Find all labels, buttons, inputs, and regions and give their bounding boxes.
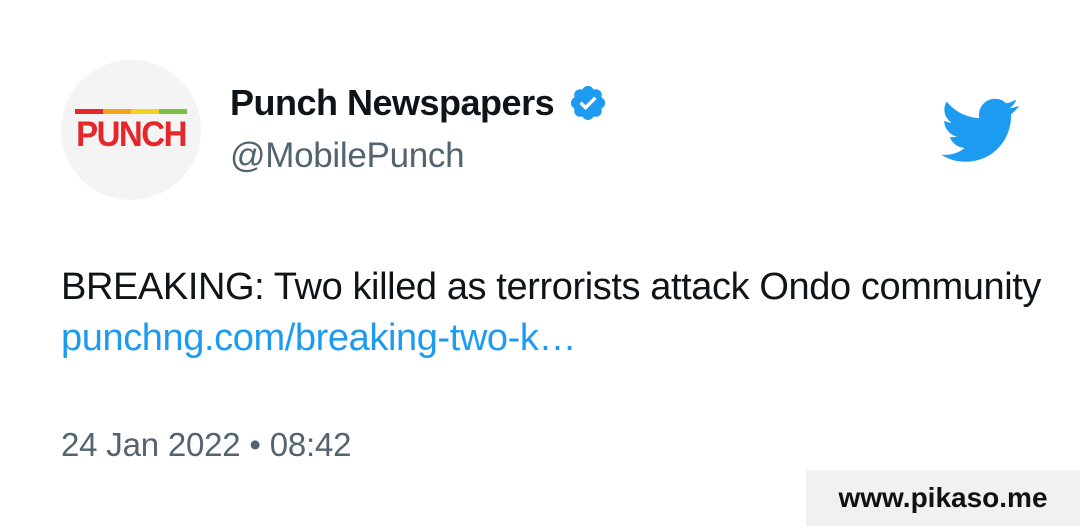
- tweet-card: PUNCH Punch Newspapers @MobilePunch BREA…: [0, 0, 1080, 526]
- verified-badge-icon: [568, 83, 608, 123]
- twitter-bird-icon: [940, 98, 1020, 164]
- tweet-timestamp[interactable]: 24 Jan 2022 • 08:42: [61, 426, 352, 464]
- name-row: Punch Newspapers: [230, 80, 608, 126]
- tweet-body: BREAKING: Two killed as terrorists attac…: [61, 266, 1042, 308]
- display-name[interactable]: Punch Newspapers: [230, 82, 555, 124]
- punch-logo-text: PUNCH: [76, 113, 187, 154]
- avatar[interactable]: PUNCH: [61, 60, 201, 200]
- handle[interactable]: @MobilePunch: [230, 136, 465, 176]
- tweet-link[interactable]: punchng.com/breaking-two-k…: [61, 317, 577, 359]
- tweet-text: BREAKING: Two killed as terrorists attac…: [61, 262, 1051, 364]
- watermark: www.pikaso.me: [806, 470, 1080, 526]
